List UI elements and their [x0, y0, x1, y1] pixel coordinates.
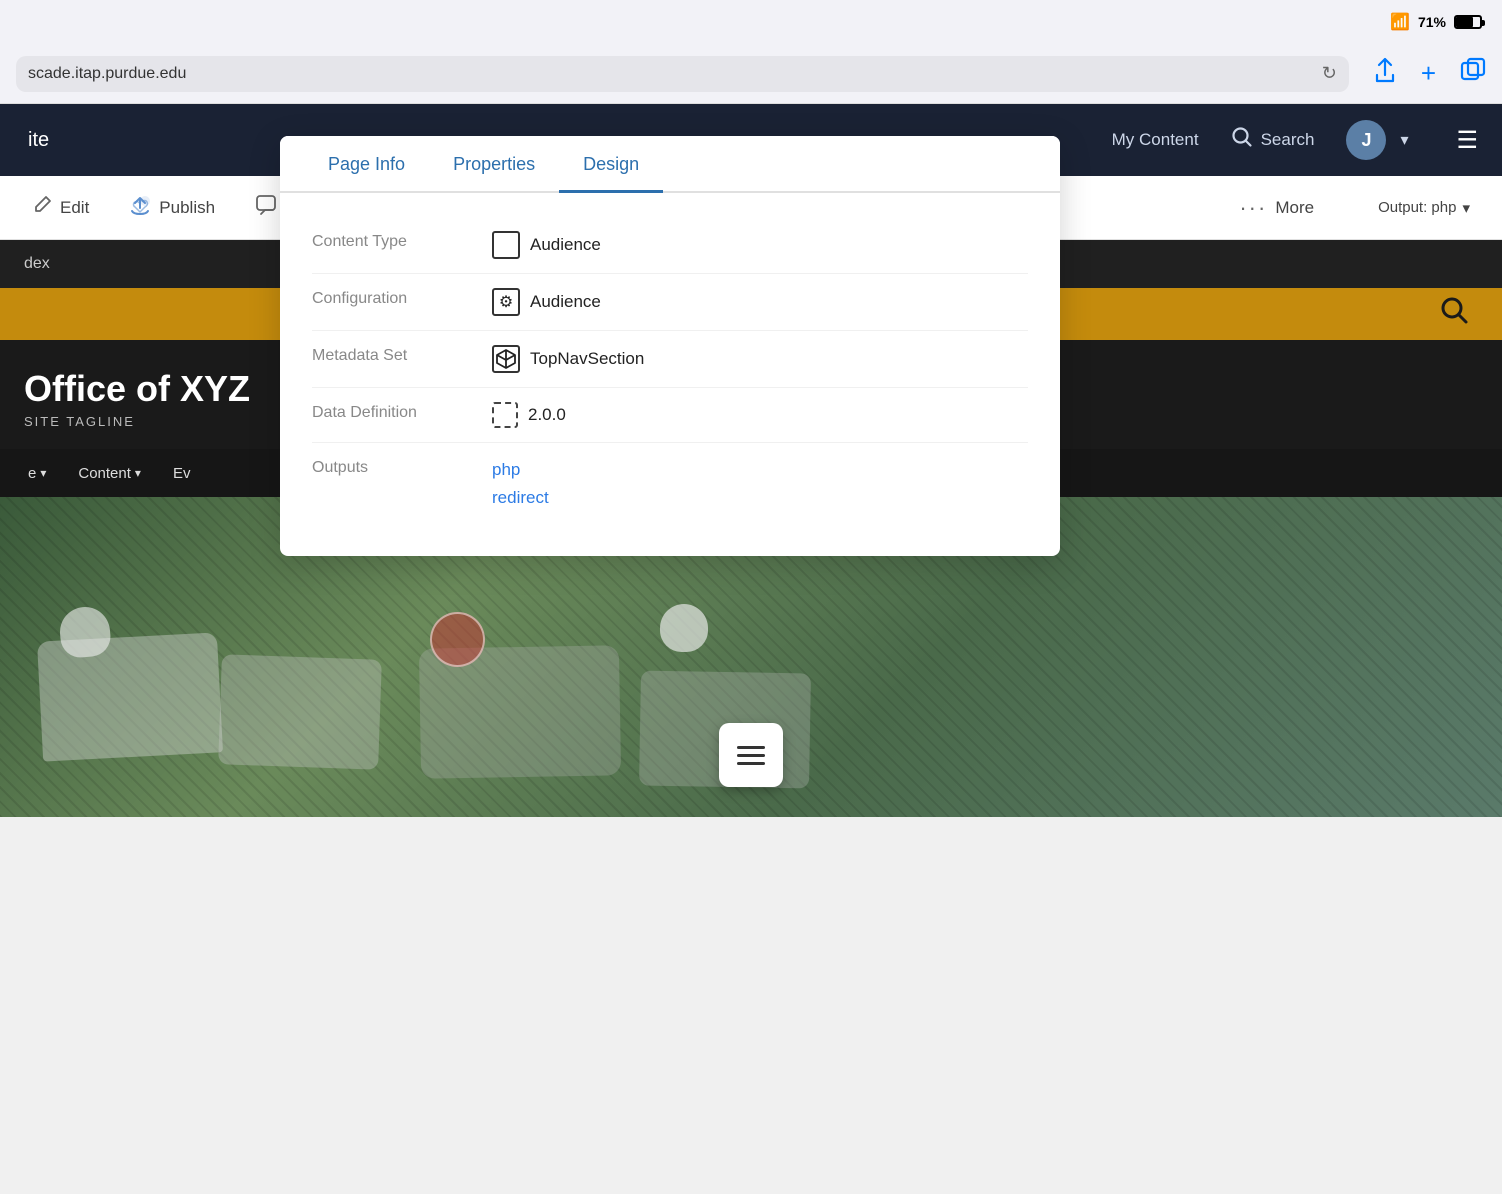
output-label: Output: php	[1378, 199, 1456, 216]
nav-dropdown-icon: ▾	[40, 466, 46, 480]
configuration-text: Audience	[530, 292, 601, 312]
edit-icon	[32, 195, 52, 221]
nav-item-label: Ev	[173, 465, 191, 482]
output-dropdown-icon: ▾	[1462, 199, 1470, 217]
content-type-label: Content Type	[312, 231, 492, 251]
site-search-icon[interactable]	[1440, 296, 1470, 333]
comments-icon	[255, 194, 277, 222]
metadata-set-text: TopNavSection	[530, 349, 644, 369]
publish-button[interactable]: Publish	[129, 194, 215, 222]
helmet-2	[430, 612, 485, 667]
tab-design[interactable]: Design	[559, 136, 663, 191]
edit-button[interactable]: Edit	[32, 195, 89, 221]
user-menu[interactable]: J ▾	[1346, 120, 1408, 160]
more-button[interactable]: ··· More	[1239, 195, 1314, 221]
kart-shape-2	[218, 654, 382, 770]
search-button[interactable]: Search	[1231, 126, 1315, 154]
refresh-icon[interactable]: ↻	[1322, 63, 1337, 84]
nav-item-label: Content	[78, 465, 131, 482]
helmet-3	[660, 604, 708, 652]
battery-percent: 71%	[1418, 14, 1446, 30]
content-type-value: Audience	[492, 231, 601, 259]
cube-icon	[492, 345, 520, 373]
nav-item-content[interactable]: Content ▾	[66, 459, 153, 488]
index-text: dex	[24, 255, 50, 273]
cms-nav-items: My Content Search J ▾ ☰	[1112, 120, 1478, 160]
browser-bar: scade.itap.purdue.edu ↻ +	[0, 44, 1502, 104]
gear-icon: ⚙	[492, 288, 520, 316]
content-type-text: Audience	[530, 235, 601, 255]
battery-fill	[1456, 17, 1473, 27]
url-text: scade.itap.purdue.edu	[28, 65, 186, 83]
nav-item-home[interactable]: e ▾	[16, 459, 58, 488]
configuration-label: Configuration	[312, 288, 492, 308]
outputs-row: Outputs php redirect	[312, 443, 1028, 524]
hamburger-menu-icon[interactable]: ☰	[1456, 126, 1478, 155]
chevron-down-icon[interactable]: ▾	[1400, 130, 1408, 150]
share-icon[interactable]	[1373, 57, 1397, 91]
more-icon: ···	[1239, 195, 1267, 221]
data-definition-value: 2.0.0	[492, 402, 566, 428]
nav-dropdown-icon: ▾	[135, 466, 141, 480]
metadata-set-row: Metadata Set TopNavSection	[312, 331, 1028, 388]
search-label: Search	[1261, 130, 1315, 150]
panel-content: Content Type Audience Configuration ⚙ Au…	[280, 193, 1060, 556]
metadata-set-value: TopNavSection	[492, 345, 644, 373]
content-type-row: Content Type Audience	[312, 217, 1028, 274]
edit-label: Edit	[60, 198, 89, 218]
url-bar[interactable]: scade.itap.purdue.edu ↻	[16, 56, 1349, 92]
data-definition-label: Data Definition	[312, 402, 492, 422]
dashed-box-icon	[492, 402, 518, 428]
wifi-icon: 📶	[1390, 12, 1410, 32]
add-tab-icon[interactable]: +	[1421, 58, 1436, 89]
nav-item-events[interactable]: Ev	[161, 459, 203, 488]
output-redirect-link[interactable]: redirect	[492, 485, 549, 511]
menu-line-1	[737, 746, 765, 749]
user-avatar[interactable]: J	[1346, 120, 1386, 160]
configuration-row: Configuration ⚙ Audience	[312, 274, 1028, 331]
configuration-value: ⚙ Audience	[492, 288, 601, 316]
output-selector[interactable]: Output: php ▾	[1378, 199, 1470, 217]
details-panel: Page Info Properties Design Content Type…	[280, 136, 1060, 556]
tab-page-info[interactable]: Page Info	[304, 136, 429, 191]
battery-icon	[1454, 15, 1482, 29]
metadata-set-label: Metadata Set	[312, 345, 492, 365]
output-php-link[interactable]: php	[492, 457, 520, 483]
panel-tabs: Page Info Properties Design	[280, 136, 1060, 193]
data-definition-row: Data Definition 2.0.0	[312, 388, 1028, 443]
status-bar: 📶 71%	[0, 0, 1502, 44]
publish-icon	[129, 194, 151, 222]
kart-shape-1	[37, 632, 223, 761]
outputs-value: php redirect	[492, 457, 549, 510]
tab-properties[interactable]: Properties	[429, 136, 559, 191]
more-label: More	[1275, 198, 1314, 218]
nav-item-label: e	[28, 465, 36, 482]
browser-icons: +	[1373, 57, 1486, 91]
publish-label: Publish	[159, 198, 215, 218]
outputs-label: Outputs	[312, 457, 492, 477]
search-icon	[1231, 126, 1253, 154]
tabs-icon[interactable]	[1460, 57, 1486, 90]
menu-line-3	[737, 762, 765, 765]
bottom-menu-button[interactable]	[719, 723, 783, 787]
grid-icon	[492, 231, 520, 259]
menu-line-2	[737, 754, 765, 757]
site-brand: ite	[24, 129, 49, 152]
my-content-link[interactable]: My Content	[1112, 130, 1199, 150]
data-definition-text: 2.0.0	[528, 405, 566, 425]
